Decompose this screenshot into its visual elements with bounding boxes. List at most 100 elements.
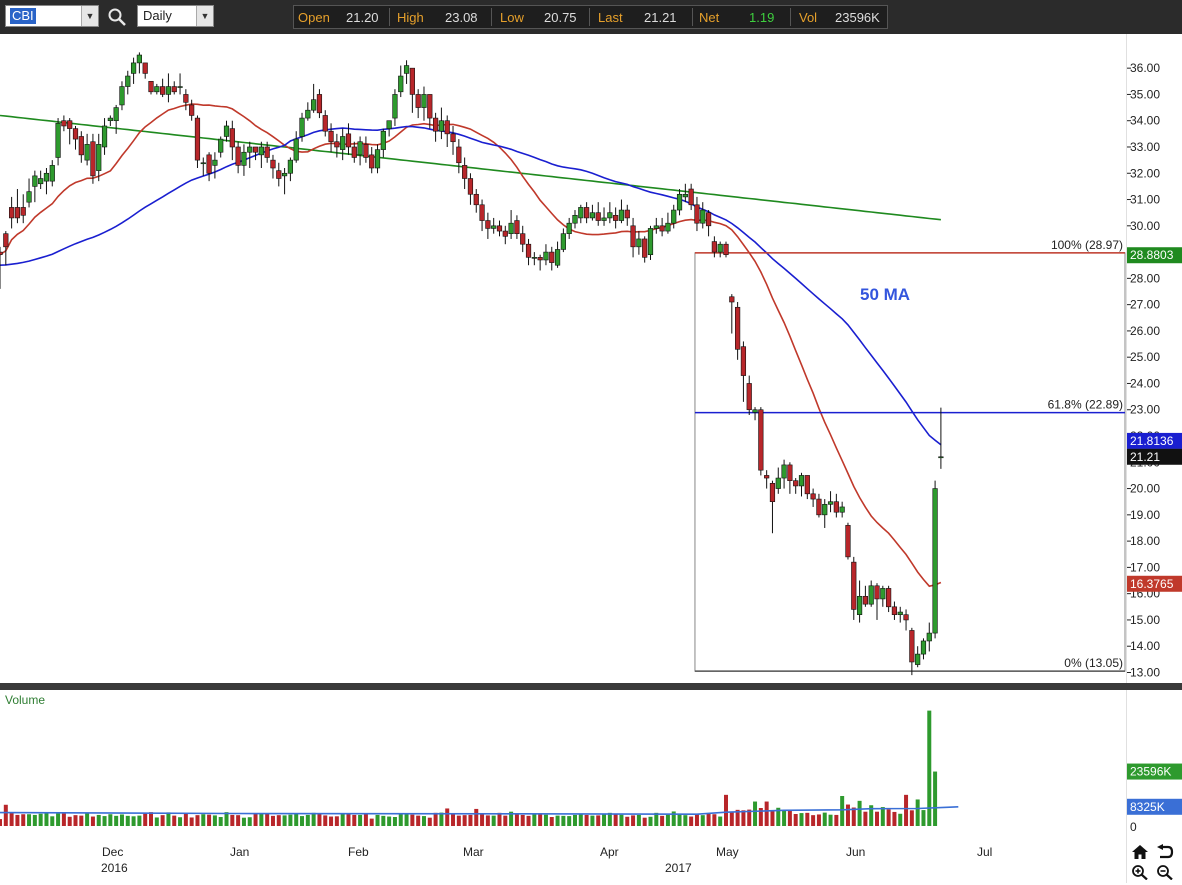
volume-bar: [660, 815, 665, 826]
volume-bar: [56, 813, 61, 826]
home-icon[interactable]: [1131, 844, 1149, 865]
volume-bar: [236, 815, 241, 826]
candle-body: [119, 86, 125, 106]
volume-bar: [805, 812, 810, 826]
candle-body: [630, 225, 636, 248]
volume-bar: [410, 814, 415, 826]
candle-body: [647, 228, 654, 256]
candle-body: [496, 225, 503, 232]
volume-bar: [387, 816, 392, 826]
y-tick-label: 27.00: [1130, 298, 1160, 312]
volume-bar: [822, 812, 827, 826]
price-chart[interactable]: 13.0014.0015.0016.0017.0018.0019.0020.00…: [0, 34, 1182, 683]
open-value: 21.20: [346, 10, 379, 25]
price-tag-label: 28.8803: [1130, 248, 1174, 262]
y-tick-label: 17.00: [1130, 560, 1160, 574]
volume-bar: [689, 816, 694, 826]
zoom-in-icon[interactable]: [1131, 864, 1149, 885]
volume-bar: [875, 811, 880, 826]
candle-body: [735, 306, 741, 350]
candle-body: [700, 209, 706, 224]
candle-body: [793, 480, 799, 487]
candle-body: [514, 220, 520, 234]
candle-body: [531, 257, 537, 259]
candle-body: [938, 456, 944, 459]
candle-body: [96, 144, 102, 171]
candle-body: [276, 170, 282, 179]
volume-bar: [61, 813, 66, 826]
volume-bar: [125, 815, 130, 826]
volume-bar: [241, 817, 246, 826]
date-axis: Dec Jan Feb Mar Apr May Jun Jul 2016 201…: [0, 842, 1127, 883]
candle-body: [862, 595, 868, 605]
candle-body: [926, 632, 932, 642]
volume-bar: [392, 817, 397, 826]
candle-body: [351, 146, 357, 158]
candle-body: [438, 120, 445, 132]
volume-bar: [602, 814, 607, 826]
y-tick-label: 25.00: [1130, 350, 1160, 364]
candle-body: [525, 243, 532, 258]
volume-bar: [451, 814, 456, 826]
volume-bar: [363, 813, 368, 826]
volume-tag-label: 8325K: [1130, 800, 1165, 814]
candle-body: [444, 120, 450, 135]
volume-bar: [712, 814, 717, 826]
candle-body: [322, 115, 328, 132]
volume-bar: [259, 814, 264, 826]
candle-body: [671, 209, 677, 224]
volume-bar: [625, 816, 630, 826]
volume-bar: [503, 815, 508, 826]
volume-chart[interactable]: Volume 0 8325K 23596K: [0, 690, 1182, 842]
candle-body: [833, 501, 839, 513]
volume-bar: [317, 814, 322, 826]
search-button[interactable]: [106, 6, 128, 28]
candle-body: [856, 595, 863, 615]
price-tag-label: 16.3765: [1130, 577, 1174, 591]
candle-body: [72, 128, 79, 140]
candle-body: [613, 214, 619, 221]
last-value: 21.21: [644, 10, 677, 25]
volume-bar: [433, 812, 438, 826]
period-select[interactable]: Daily ▼: [137, 5, 214, 27]
volume-bar: [636, 814, 641, 826]
candle-body: [624, 209, 630, 219]
candle-body: [223, 125, 230, 137]
volume-bar: [526, 815, 531, 826]
candle-body: [694, 204, 700, 224]
candle-body: [415, 94, 421, 108]
candle-body: [764, 475, 770, 479]
volume-bar: [305, 814, 310, 826]
volume-bar: [456, 815, 461, 826]
volume-bar: [119, 814, 124, 826]
candle-body: [101, 125, 108, 148]
chevron-down-icon[interactable]: ▼: [81, 6, 98, 26]
volume-bar: [543, 814, 548, 826]
candle-body: [740, 346, 747, 376]
candle-body: [270, 159, 276, 169]
volume-bar: [329, 816, 334, 826]
volume-bar: [195, 815, 200, 826]
candle-body: [403, 65, 410, 74]
quote-separator: [389, 8, 390, 26]
zoom-out-icon[interactable]: [1156, 864, 1174, 885]
candle-body: [113, 107, 119, 122]
chevron-down-icon[interactable]: ▼: [196, 6, 213, 26]
volume-bar: [189, 817, 194, 826]
net-value: 1.19: [749, 10, 775, 25]
candle-body: [502, 230, 508, 237]
volume-bar: [485, 815, 490, 826]
candle-body: [3, 233, 9, 248]
candle-body: [642, 238, 648, 258]
ma-annotation: 50 MA: [860, 285, 910, 304]
volume-bar: [567, 816, 572, 826]
symbol-input[interactable]: CBI ▼: [5, 5, 99, 27]
candle-body: [299, 117, 305, 137]
pane-divider[interactable]: [0, 683, 1182, 690]
volume-bar: [532, 813, 537, 826]
candle-body: [932, 488, 938, 634]
undo-icon[interactable]: [1156, 844, 1174, 865]
candle-body: [607, 212, 613, 219]
volume-bar: [369, 818, 374, 826]
x-tick-label: Jul: [977, 845, 993, 859]
